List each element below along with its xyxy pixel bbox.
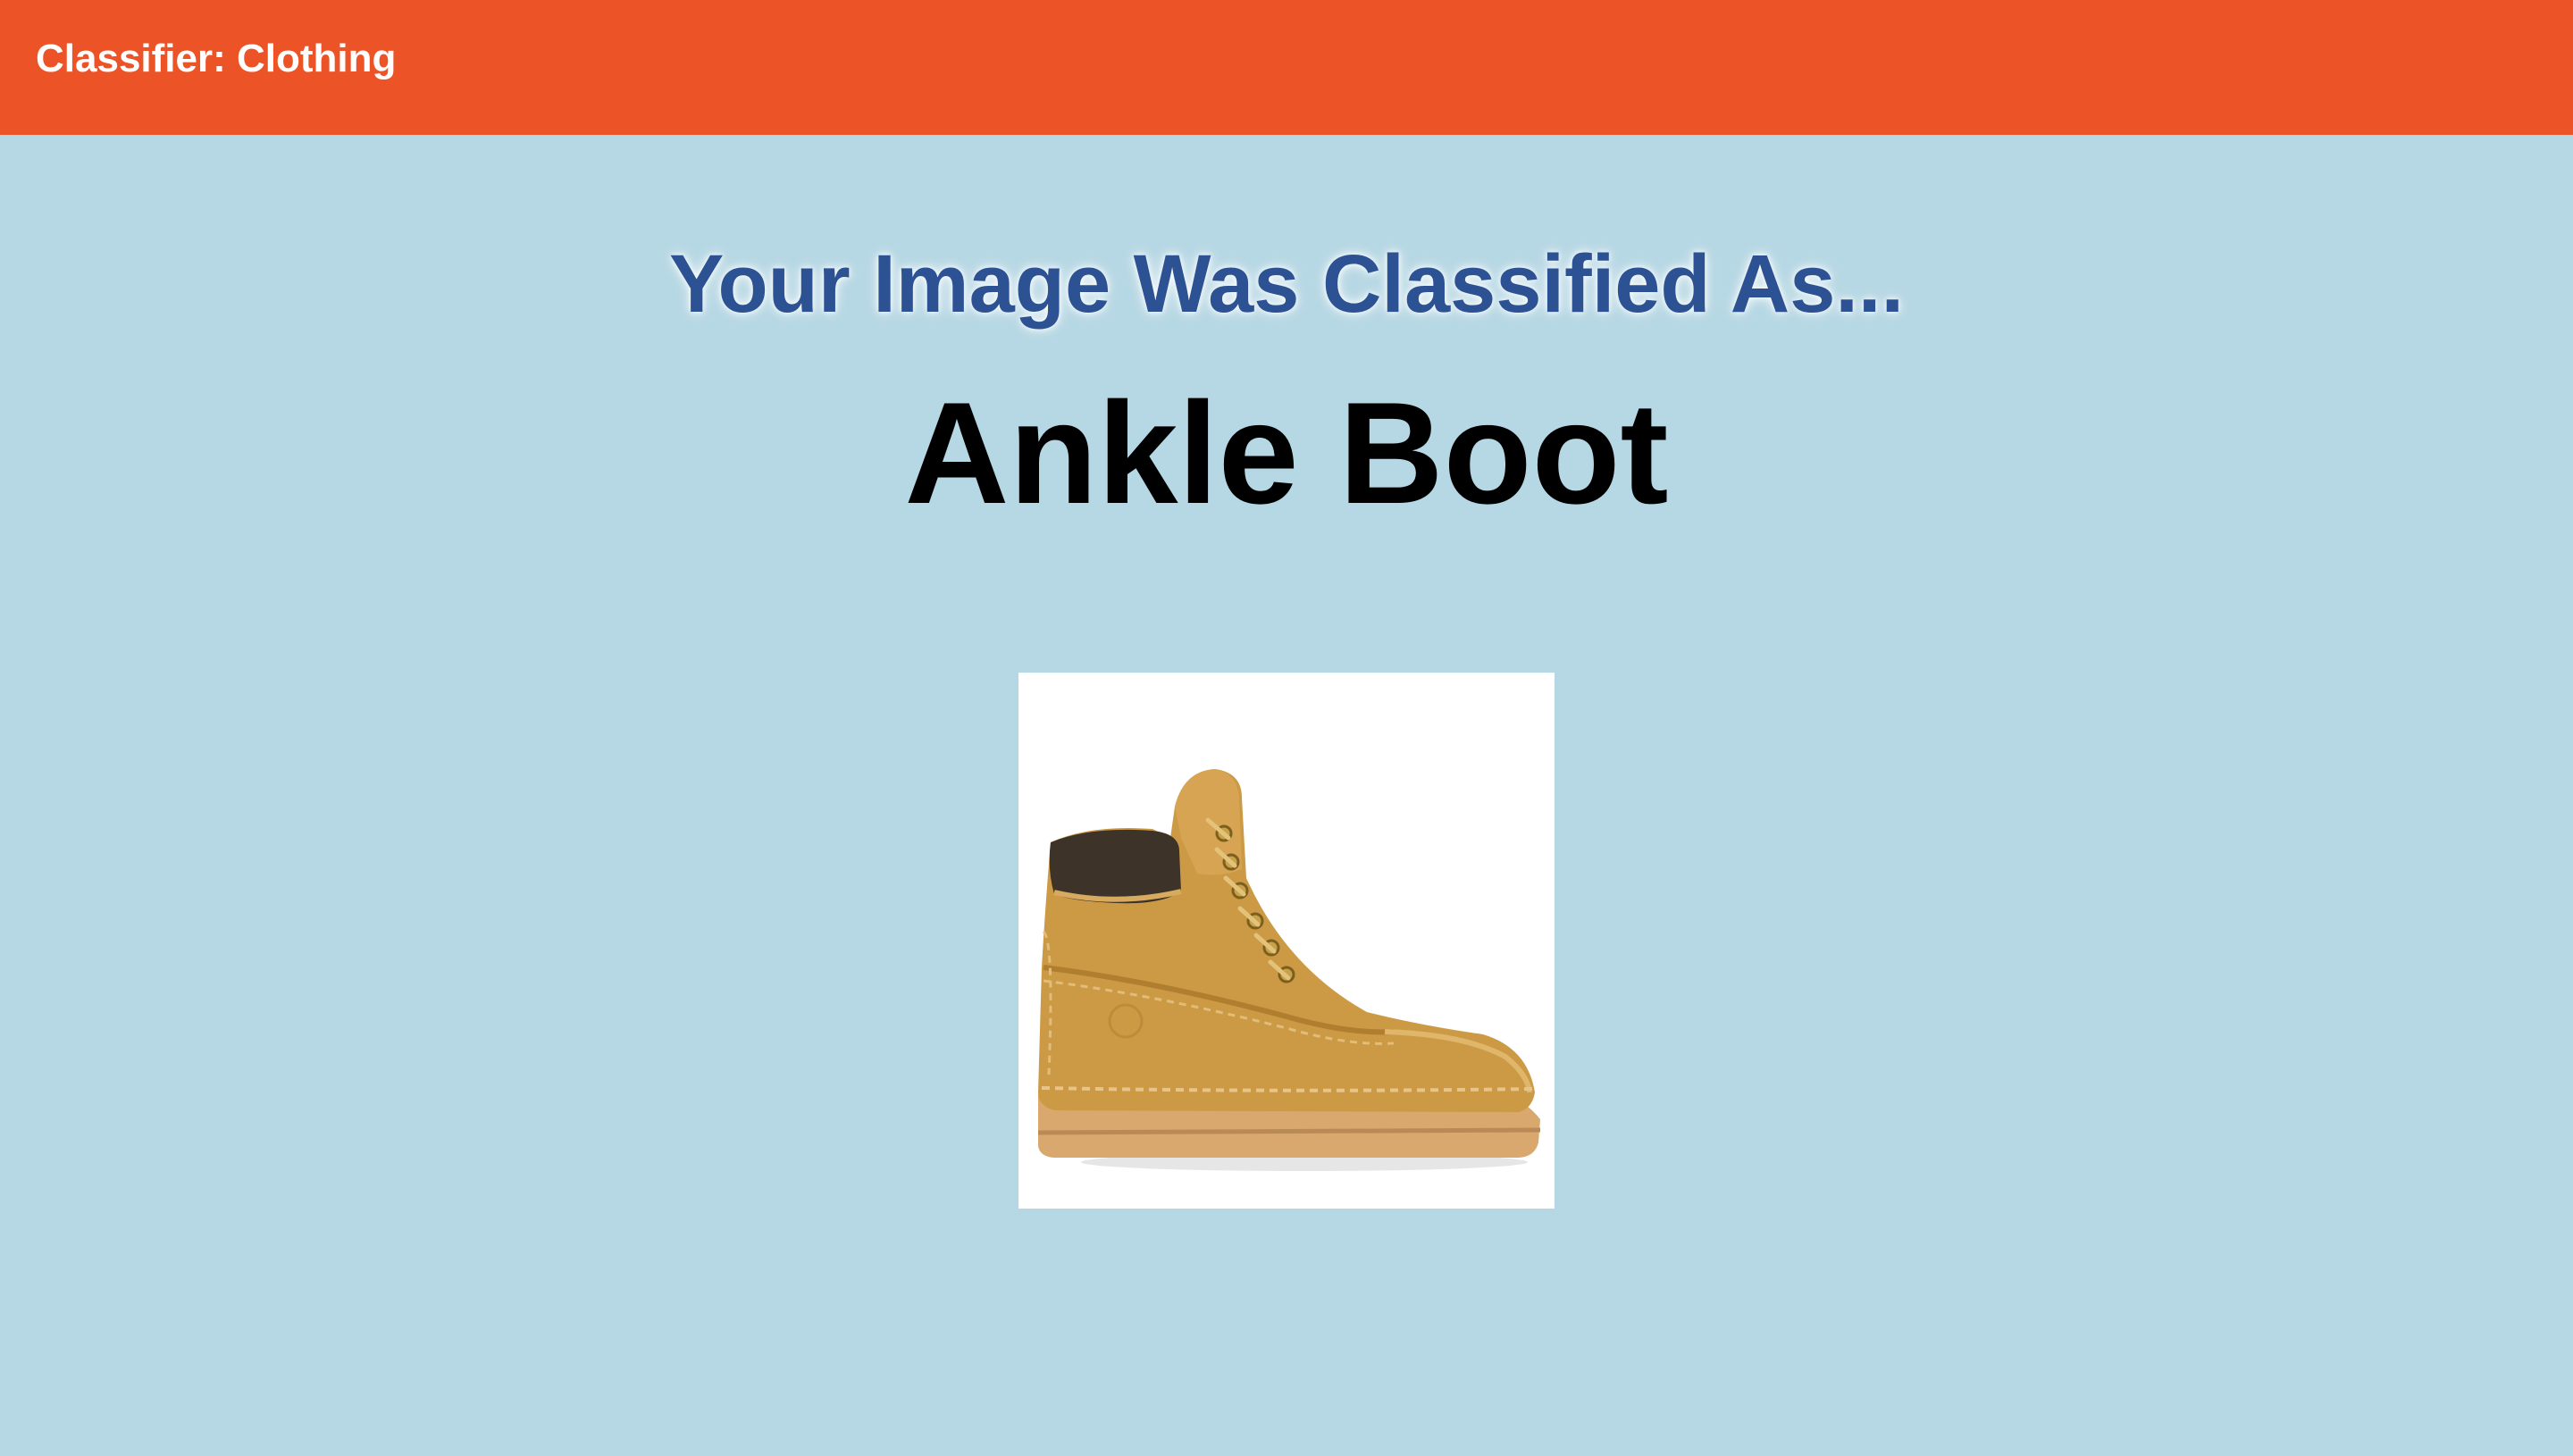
ankle-boot-photo-icon xyxy=(1037,769,1541,1171)
classification-label: Ankle Boot xyxy=(904,372,1669,534)
classified-image xyxy=(1018,673,1555,1209)
top-bar: Classifier: Clothing xyxy=(0,0,2573,135)
result-heading: Your Image Was Classified As... xyxy=(668,238,1905,330)
app-title[interactable]: Classifier: Clothing xyxy=(36,34,396,84)
result-panel: Your Image Was Classified As... Ankle Bo… xyxy=(0,135,2573,1456)
